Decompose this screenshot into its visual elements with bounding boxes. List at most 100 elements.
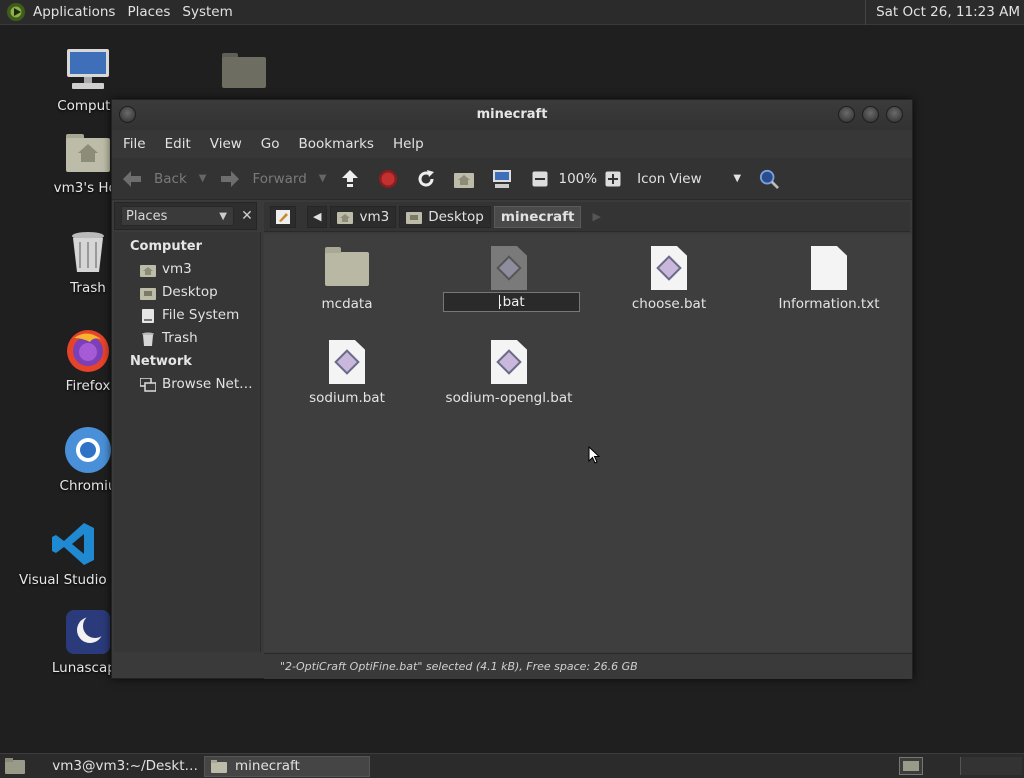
home-folder-icon — [454, 169, 475, 189]
file-name: sodium-opengl.bat — [445, 390, 573, 406]
file-view: mcdata .bat choose.bat Information.txt s… — [264, 234, 912, 652]
sidebar-item-label: Browse Net… — [162, 376, 253, 392]
file-name: sodium.bat — [309, 390, 385, 406]
menu-bookmarks[interactable]: Bookmarks — [299, 136, 374, 152]
crumb-desktop[interactable]: Desktop — [399, 205, 491, 228]
menu-edit[interactable]: Edit — [165, 136, 191, 152]
crumb-vm3[interactable]: vm3 — [330, 205, 397, 228]
crumb-minecraft[interactable]: minecraft — [493, 205, 582, 228]
folder-icon — [325, 246, 369, 290]
workspace-switcher[interactable] — [899, 757, 923, 775]
forward-button[interactable]: Forward — [220, 169, 307, 189]
back-history-dropdown-icon[interactable]: ▼ — [199, 173, 207, 184]
desktop-folder-icon[interactable] — [222, 50, 266, 90]
sidebar-item-label: Trash — [162, 330, 198, 346]
clock[interactable]: Sat Oct 26, 11:23 AM — [865, 0, 1020, 25]
taskbar-item-label: vm3@vm3:~/Deskt… — [52, 757, 198, 774]
sidebar-item-label: File System — [162, 307, 240, 323]
workspace-icon — [903, 761, 919, 771]
home-button[interactable] — [454, 169, 480, 189]
taskbar-item-terminal[interactable]: vm3@vm3:~/Deskt… — [38, 756, 198, 777]
location-bar: ◀ vm3 Desktop minecraft ▶ — [264, 202, 910, 232]
batch-file-icon — [487, 246, 531, 290]
trash-icon — [142, 332, 154, 346]
sidebar-selector[interactable]: Places — [121, 206, 234, 227]
status-bar: "2-OptiCraft OptiFine.bat" selected (4.1… — [264, 653, 912, 679]
home-folder-icon — [64, 128, 112, 176]
sidebar-item-browse-network[interactable]: Browse Net… — [114, 373, 260, 396]
toggle-location-button[interactable] — [270, 205, 296, 228]
crumb-label: minecraft — [500, 208, 575, 225]
reload-button[interactable] — [416, 169, 442, 189]
stop-button[interactable] — [378, 169, 404, 189]
up-arrow-icon — [340, 169, 360, 189]
menu-help[interactable]: Help — [393, 136, 424, 152]
window-menu-button[interactable] — [119, 106, 136, 123]
back-arrow-icon — [122, 169, 142, 189]
desktop-folder-icon — [406, 211, 423, 224]
rename-input[interactable]: .bat — [443, 292, 580, 312]
text-file-icon — [807, 246, 851, 290]
file-name: choose.bat — [631, 296, 707, 312]
network-icon — [140, 377, 156, 392]
zoom-out-button[interactable] — [530, 169, 552, 189]
sidebar-item-file-system[interactable]: File System — [114, 304, 260, 327]
computer-button[interactable] — [492, 169, 518, 189]
file-item[interactable] — [434, 246, 584, 296]
menu-view[interactable]: View — [210, 136, 242, 152]
places-menu[interactable]: Places — [127, 4, 170, 20]
minimize-button[interactable] — [838, 106, 855, 123]
system-menu[interactable]: System — [182, 4, 232, 20]
applications-menu[interactable]: Applications — [33, 4, 115, 20]
menu-file[interactable]: File — [123, 136, 146, 152]
vscode-icon — [50, 520, 98, 568]
edit-location-icon — [276, 209, 290, 224]
file-item[interactable]: mcdata — [272, 246, 422, 312]
search-button[interactable] — [759, 169, 785, 189]
maximize-button[interactable] — [862, 106, 879, 123]
home-folder-icon — [140, 264, 156, 277]
close-button[interactable] — [886, 106, 903, 123]
file-item[interactable]: sodium-opengl.bat — [434, 340, 584, 406]
folder-icon — [211, 759, 227, 773]
firefox-icon — [64, 326, 112, 374]
zoom-in-button[interactable] — [603, 169, 625, 189]
sidebar-header: Places ✕ — [114, 202, 257, 230]
back-button[interactable]: Back — [122, 169, 187, 189]
sidebar-section-network: Network — [130, 354, 192, 369]
forward-history-dropdown-icon[interactable]: ▼ — [319, 173, 327, 184]
sidebar-item-trash[interactable]: Trash — [114, 327, 260, 350]
sidebar-item-desktop[interactable]: Desktop — [114, 281, 260, 304]
mouse-pointer-icon — [588, 446, 600, 464]
file-item[interactable]: Information.txt — [754, 246, 904, 312]
sidebar-item-vm3[interactable]: vm3 — [114, 258, 260, 281]
batch-file-icon — [487, 340, 531, 384]
file-manager-window: minecraft File Edit View Go Bookmarks He… — [111, 99, 913, 679]
menubar: File Edit View Go Bookmarks Help — [112, 130, 912, 158]
batch-file-icon — [647, 246, 691, 290]
file-item[interactable]: choose.bat — [594, 246, 744, 312]
window-titlebar[interactable]: minecraft — [112, 100, 912, 130]
view-mode-select[interactable]: Icon View ▼ — [637, 171, 741, 187]
zoom-out-icon — [530, 169, 550, 189]
menu-go[interactable]: Go — [261, 136, 280, 152]
trash-icon — [64, 228, 112, 276]
taskbar: vm3@vm3:~/Deskt… minecraft — [0, 753, 1024, 778]
file-item[interactable]: sodium.bat — [272, 340, 422, 406]
applications-logo-icon[interactable] — [7, 3, 25, 21]
chevron-left-icon: ◀ — [313, 209, 322, 223]
up-button[interactable] — [340, 169, 366, 189]
file-name: mcdata — [321, 296, 373, 312]
zoom-level[interactable]: 100% — [558, 171, 597, 187]
workspace-2[interactable] — [960, 757, 1022, 775]
back-label: Back — [154, 170, 187, 187]
taskbar-item-minecraft[interactable]: minecraft — [204, 755, 370, 777]
chevron-right-icon[interactable]: ▶ — [592, 210, 600, 223]
path-scroll-left-button[interactable]: ◀ — [307, 205, 328, 228]
show-desktop-icon[interactable] — [4, 757, 26, 775]
reload-icon — [416, 169, 436, 189]
taskbar-item-label: minecraft — [235, 757, 300, 774]
sidebar-section-computer: Computer — [130, 239, 203, 254]
close-sidebar-icon[interactable]: ✕ — [238, 208, 256, 224]
stop-icon — [378, 169, 398, 189]
